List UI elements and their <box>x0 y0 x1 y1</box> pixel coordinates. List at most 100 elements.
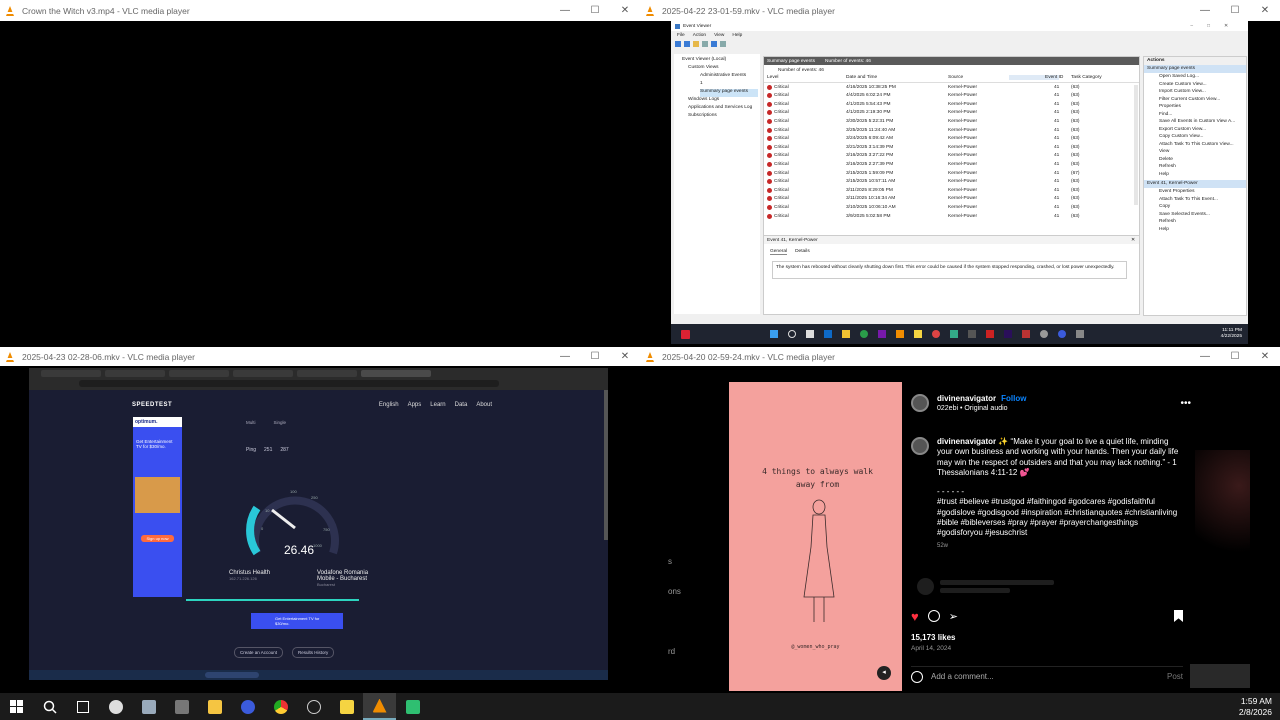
event-row[interactable]: Critical 3/24/2025 6:09:42 AM Kernel-Power… <box>764 135 1139 143</box>
action-item[interactable]: View <box>1144 148 1246 156</box>
results-history-button[interactable]: Results History <box>292 647 335 658</box>
event-row[interactable]: Critical 4/1/2025 5:54:43 PM Kernel-Power 4… <box>764 100 1139 108</box>
event-row[interactable]: Critical 3/9/2025 5:02:58 PM Kernel-Power 4… <box>764 212 1139 220</box>
event-row[interactable]: Critical 3/11/2025 10:16:34 AM Kernel-Powe… <box>764 195 1139 203</box>
app-icon[interactable] <box>950 330 958 338</box>
comment-icon[interactable] <box>927 610 940 622</box>
tree-root[interactable]: Event Viewer (Local) <box>682 57 758 65</box>
comment-input[interactable]: Add a comment... <box>931 672 1159 681</box>
minimize-button[interactable]: — <box>550 351 580 362</box>
volume-icon[interactable]: ◂ <box>877 666 891 680</box>
event-row[interactable]: Critical 4/1/2025 2:19:30 PM Kernel-Power 4… <box>764 109 1139 117</box>
server-name[interactable]: Vodafone Romania Mobile - Bucharest <box>317 570 387 582</box>
nav-about[interactable]: About <box>476 402 492 408</box>
banner-ad[interactable]: Get Entertainment TV for $30/mo. <box>251 613 343 629</box>
file-explorer-icon[interactable] <box>198 693 231 720</box>
action-item[interactable]: Filter Current Custom View... <box>1144 96 1246 104</box>
toggle-single[interactable]: Single <box>274 420 287 425</box>
tab-general[interactable]: General <box>770 249 788 255</box>
search-icon[interactable] <box>33 693 66 720</box>
app5-icon[interactable] <box>1040 330 1048 338</box>
chrome-icon[interactable] <box>264 693 297 720</box>
actions-section-2[interactable]: Event 41, Kernel-Power <box>1144 180 1246 188</box>
event-row[interactable]: Critical 3/25/2025 11:24:40 AM Kernel-Powe… <box>764 126 1139 134</box>
ev-window-controls[interactable]: –□✕ <box>1190 24 1242 29</box>
event-action-item[interactable]: Save Selected Events... <box>1144 211 1246 219</box>
back-icon[interactable] <box>675 41 681 47</box>
create-account-button[interactable]: Create an Account <box>234 647 284 658</box>
event-row[interactable]: Critical 3/11/2025 8:29:05 PM Kernel-Power… <box>764 186 1139 194</box>
tree-windows-logs[interactable]: Windows Logs <box>688 97 758 105</box>
action-item[interactable]: Help <box>1144 171 1246 179</box>
menu-action[interactable]: Action <box>693 33 706 38</box>
tree-custom-views[interactable]: Custom Views <box>688 65 758 73</box>
outlook-icon[interactable] <box>824 330 832 338</box>
explorer-icon[interactable] <box>842 330 850 338</box>
emoji-icon[interactable] <box>911 670 923 683</box>
ad-left[interactable]: optimum. Get Entertainment TV for $30/mo… <box>133 417 182 597</box>
event-action-item[interactable]: Attach Task To This Event... <box>1144 196 1246 204</box>
action-item[interactable]: Refresh <box>1144 163 1246 171</box>
app3-icon[interactable] <box>986 330 994 338</box>
likes-count[interactable]: 15,173 likes <box>911 633 955 642</box>
nav-english[interactable]: English <box>379 402 399 408</box>
browser-tab[interactable] <box>233 370 293 377</box>
post-button[interactable]: Post <box>1167 672 1183 681</box>
page-scrollbar[interactable] <box>604 390 608 540</box>
caption-username[interactable]: divinenavigator ✨ <box>937 437 1008 446</box>
minimize-button[interactable]: — <box>1190 351 1220 362</box>
event-action-item[interactable]: Copy <box>1144 203 1246 211</box>
forward-icon[interactable] <box>684 41 690 47</box>
vlc-taskbar-icon[interactable] <box>363 693 396 720</box>
address-bar[interactable] <box>79 380 499 387</box>
event-action-item[interactable]: Help <box>1144 226 1246 234</box>
audio-label[interactable]: 022ebi • Original audio <box>937 405 1026 412</box>
speedtest-logo[interactable]: SPEEDTEST <box>132 402 172 408</box>
action-item[interactable]: Delete <box>1144 156 1246 164</box>
action-item[interactable]: Export Custom View... <box>1144 126 1246 134</box>
system-clock[interactable]: 1:59 AM 2/8/2026 <box>1239 696 1272 718</box>
search-icon[interactable] <box>788 330 796 338</box>
event-row[interactable]: Critical 4/16/2025 10:38:25 PM Kernel-Powe… <box>764 83 1139 91</box>
action-item[interactable]: Properties <box>1144 103 1246 111</box>
nav-data[interactable]: Data <box>455 402 468 408</box>
onenote-icon[interactable] <box>878 330 886 338</box>
event-row[interactable]: Critical 3/15/2025 1:59:09 PM Kernel-Power… <box>764 169 1139 177</box>
heart-icon[interactable]: ♥ <box>911 609 919 624</box>
minimize-button[interactable]: — <box>550 5 580 16</box>
event-action-item[interactable]: Refresh <box>1144 218 1246 226</box>
actions-section-1[interactable]: Summary page events <box>1144 65 1246 73</box>
chrome-icon[interactable] <box>860 330 868 338</box>
action-item[interactable]: Find... <box>1144 111 1246 119</box>
close-button[interactable]: ✕ <box>610 351 640 362</box>
close-button[interactable]: ✕ <box>610 5 640 16</box>
minimize-button[interactable]: — <box>1190 5 1220 16</box>
username[interactable]: divinenavigator <box>937 394 996 403</box>
tree-apps-services[interactable]: Applications and Services Log <box>688 105 758 113</box>
app7-icon[interactable] <box>1076 330 1084 338</box>
title-bar[interactable]: 2025-04-23 02-28-06.mkv - VLC media play… <box>0 347 640 366</box>
start-icon[interactable] <box>770 330 778 338</box>
inner-app-icon[interactable] <box>681 329 690 339</box>
tree-summary[interactable]: Summary page events <box>700 89 758 97</box>
sticky-notes-icon[interactable] <box>330 693 363 720</box>
event-row[interactable]: Critical 3/16/2025 3:27:22 PM Kernel-Power… <box>764 152 1139 160</box>
inner-search-box[interactable] <box>205 672 259 678</box>
task-view-icon[interactable] <box>66 693 99 720</box>
action-item[interactable]: Copy Custom View... <box>1144 133 1246 141</box>
col-source[interactable]: Source <box>948 75 963 80</box>
share-icon[interactable]: ➢ <box>949 610 958 623</box>
menu-file[interactable]: File <box>677 33 685 38</box>
close-button[interactable]: ✕ <box>1250 351 1280 362</box>
action-item[interactable]: Save All Events in Custom View A... <box>1144 118 1246 126</box>
action-item[interactable]: Create Custom View... <box>1144 81 1246 89</box>
caption-avatar[interactable] <box>911 437 929 455</box>
video-area[interactable] <box>0 21 640 347</box>
event-row[interactable]: Critical 3/16/2025 2:27:39 PM Kernel-Power… <box>764 160 1139 168</box>
menu-view[interactable]: View <box>714 33 724 38</box>
browser-tab-active[interactable] <box>361 370 431 377</box>
event-row[interactable]: Critical 3/21/2025 3:14:39 PM Kernel-Power… <box>764 143 1139 151</box>
avatar[interactable] <box>911 394 929 412</box>
follow-button[interactable]: Follow <box>1001 394 1026 403</box>
col-event-id[interactable]: Event ID <box>1009 75 1063 80</box>
